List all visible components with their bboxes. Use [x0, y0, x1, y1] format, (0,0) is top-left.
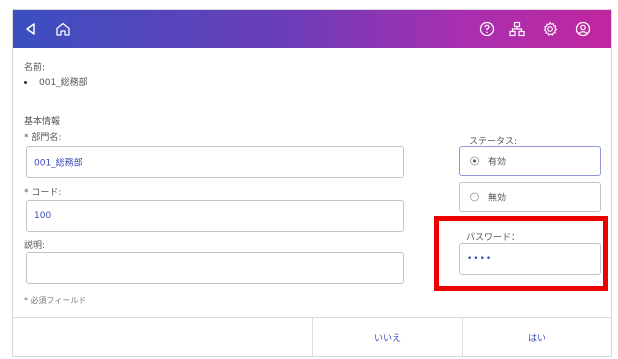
- yes-button[interactable]: はい: [462, 318, 611, 356]
- name-value-item: 001_総務部: [24, 75, 88, 88]
- code-label: * コード:: [24, 188, 62, 198]
- header-bar: [13, 10, 611, 48]
- name-value: 001_総務部: [39, 78, 88, 88]
- code-value: 100: [34, 211, 52, 221]
- status-active-option[interactable]: 有効: [459, 146, 601, 176]
- required-fields-note: * 必須フィールド: [24, 296, 87, 305]
- basic-info-heading: 基本情報: [24, 117, 61, 127]
- gear-icon[interactable]: [538, 17, 562, 41]
- department-name-label: * 部門名:: [24, 133, 62, 143]
- footer-bar: いいえ はい: [13, 317, 611, 356]
- department-edit-screen: 名前: 001_総務部 基本情報 * 部門名: 001_総務部 * コード: 1…: [13, 10, 611, 356]
- code-field[interactable]: 100: [26, 200, 404, 232]
- department-name-field[interactable]: 001_総務部: [26, 146, 404, 178]
- password-highlight-box: [434, 216, 608, 291]
- radio-unselected-icon: [470, 192, 479, 202]
- description-field[interactable]: [26, 252, 404, 284]
- help-icon[interactable]: [475, 17, 499, 41]
- network-icon[interactable]: [505, 17, 529, 41]
- description-label: 説明:: [24, 241, 46, 251]
- back-icon[interactable]: [19, 17, 43, 41]
- name-label: 名前:: [24, 63, 46, 73]
- account-icon[interactable]: [571, 17, 595, 41]
- home-icon[interactable]: [51, 17, 75, 41]
- department-name-value: 001_総務部: [34, 158, 83, 169]
- status-inactive-label: 無効: [488, 193, 507, 204]
- radio-selected-icon: [470, 156, 479, 166]
- status-active-label: 有効: [488, 157, 507, 168]
- no-button[interactable]: いいえ: [312, 318, 462, 356]
- status-inactive-option[interactable]: 無効: [459, 182, 601, 212]
- bullet-icon: [24, 81, 27, 84]
